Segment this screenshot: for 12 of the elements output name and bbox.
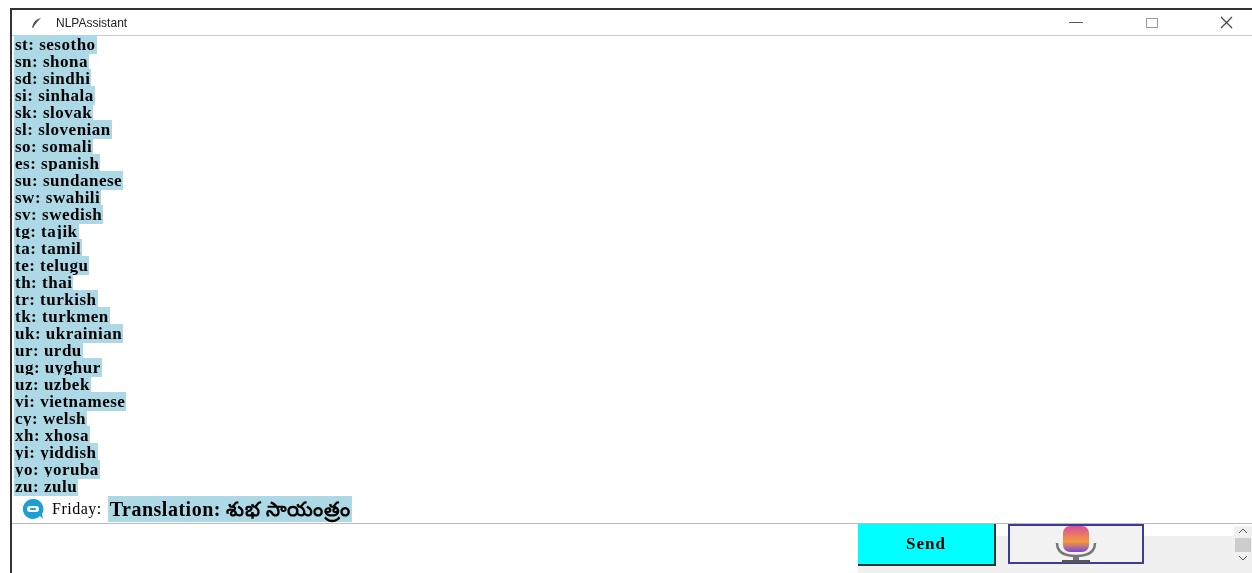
reply-message: Translation: శుభ సాయంత్రం: [107, 496, 353, 522]
window-title: NLPAssistant: [56, 14, 128, 32]
sender-label: Friday:: [52, 499, 102, 520]
close-icon: [1219, 16, 1233, 29]
minimize-icon: [1069, 21, 1083, 24]
microphone-button[interactable]: [1008, 524, 1144, 564]
chat-bot-icon: [22, 498, 44, 520]
maximize-icon: [1146, 17, 1158, 28]
send-button[interactable]: Send: [858, 524, 996, 566]
feather-icon: [30, 16, 42, 29]
chevron-down-icon: [1238, 555, 1248, 561]
chevron-up-icon: [1238, 528, 1248, 534]
